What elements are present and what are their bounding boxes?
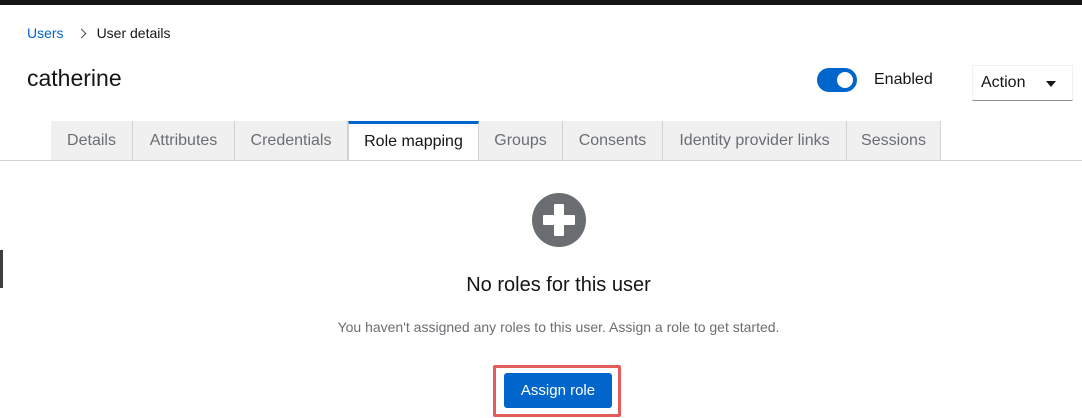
tab-identity-provider-links[interactable]: Identity provider links <box>663 121 847 160</box>
tab-label: Credentials <box>250 131 332 149</box>
tab-credentials[interactable]: Credentials <box>235 121 348 160</box>
action-dropdown-label: Action <box>981 74 1026 91</box>
tab-label: Sessions <box>861 131 926 149</box>
tab-groups[interactable]: Groups <box>479 121 563 160</box>
assign-role-button[interactable]: Assign role <box>504 373 612 408</box>
tab-label: Attributes <box>149 131 218 149</box>
enabled-label: Enabled <box>874 71 933 88</box>
user-tabs: Details Attributes Credentials Role mapp… <box>51 121 941 160</box>
caret-down-icon <box>1046 81 1056 87</box>
toggle-knob <box>837 72 853 88</box>
breadcrumb-current: User details <box>96 25 171 41</box>
tab-role-mapping[interactable]: Role mapping <box>348 121 479 160</box>
breadcrumb: Users User details <box>27 25 170 41</box>
tab-label: Details <box>67 131 116 149</box>
tab-label: Identity provider links <box>679 131 830 149</box>
page-header: Users User details catherine Enabled Act… <box>0 5 1082 121</box>
tab-details[interactable]: Details <box>51 121 133 160</box>
enabled-toggle[interactable] <box>817 68 857 92</box>
plus-circle-icon <box>532 193 586 247</box>
tab-sessions[interactable]: Sessions <box>847 121 941 160</box>
plus-vertical <box>554 204 564 236</box>
action-dropdown[interactable]: Action <box>972 65 1073 101</box>
page-title: catherine <box>27 65 122 91</box>
tab-label: Role mapping <box>364 132 463 150</box>
chevron-right-icon <box>76 28 87 38</box>
tab-label: Groups <box>494 131 547 149</box>
tab-attributes[interactable]: Attributes <box>133 121 235 160</box>
tabs-divider <box>0 160 1082 161</box>
empty-state-body: You haven't assigned any roles to this u… <box>337 319 780 335</box>
empty-state-title: No roles for this user <box>466 274 651 296</box>
breadcrumb-users-link[interactable]: Users <box>27 25 64 41</box>
tab-label: Consents <box>578 131 647 149</box>
tab-consents[interactable]: Consents <box>563 121 663 160</box>
